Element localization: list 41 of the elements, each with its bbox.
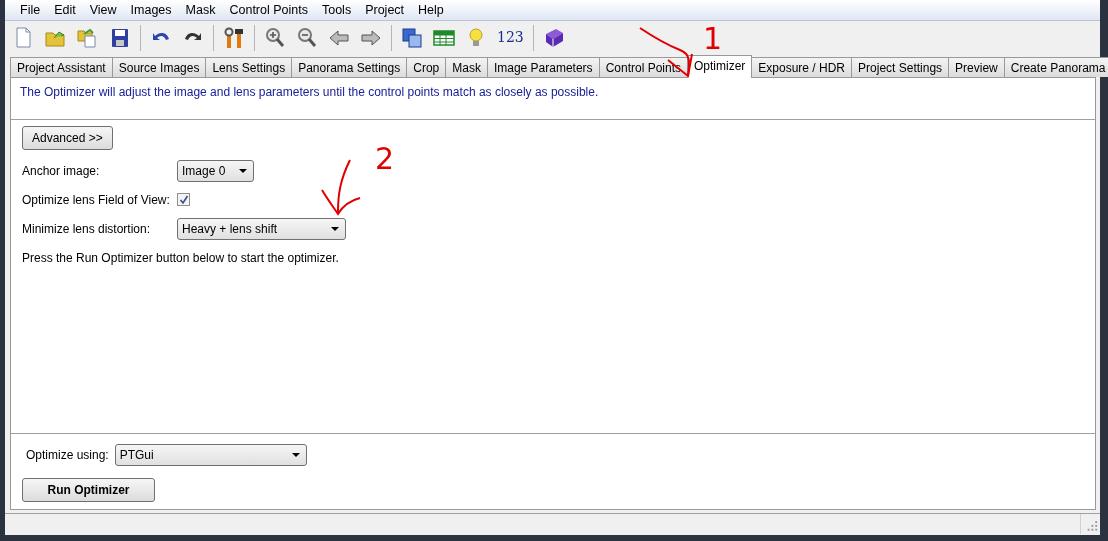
description-text: The Optimizer will adjust the image and lens parameters until the control points match as closely as possible.: [19, 84, 600, 101]
tab[interactable]: Crop: [406, 57, 447, 77]
menu-item[interactable]: File: [13, 0, 48, 20]
tab[interactable]: Mask: [445, 57, 488, 77]
distortion-label: Minimize lens distortion:: [22, 220, 152, 238]
menu-item[interactable]: Help: [411, 0, 451, 20]
optimize-using-label: Optimize using:: [26, 447, 109, 464]
fov-checkbox[interactable]: [177, 193, 190, 206]
tab[interactable]: Source Images: [111, 57, 207, 77]
tab[interactable]: Project Assistant: [10, 57, 113, 77]
tab[interactable]: Image Parameters: [486, 57, 600, 77]
tab[interactable]: Project Settings: [851, 57, 950, 77]
advanced-button[interactable]: Advanced >>: [22, 126, 113, 150]
zoom-out-icon[interactable]: [295, 25, 319, 50]
zoom-in-icon[interactable]: [263, 25, 287, 50]
menu-item[interactable]: Tools: [314, 0, 359, 20]
anchor-dropdown[interactable]: Image 0: [177, 159, 254, 182]
menu-item[interactable]: View: [82, 0, 124, 20]
tab[interactable]: Optimizer: [687, 55, 753, 78]
menu-item[interactable]: Edit: [47, 0, 83, 20]
distortion-dropdown[interactable]: Heavy + lens shift: [177, 217, 346, 240]
annotation-number: 1: [703, 24, 723, 54]
menu-item[interactable]: Mask: [178, 0, 223, 20]
annotation-number: 2: [375, 144, 395, 174]
instruction-text: Press the Run Optimizer button below to start the optimizer.: [22, 250, 340, 267]
menu-item[interactable]: Project: [358, 0, 412, 20]
fov-label: Optimize lens Field of View:: [22, 191, 171, 209]
tools-icon[interactable]: [222, 25, 246, 50]
resize-grip-icon[interactable]: [1080, 514, 1100, 534]
anchor-label: Anchor image:: [22, 162, 101, 180]
menu-item[interactable]: Images: [123, 0, 179, 20]
tab[interactable]: Exposure / HDR: [751, 57, 853, 77]
menu-item[interactable]: Control Points: [222, 0, 315, 20]
run-optimizer-button[interactable]: Run Optimizer: [22, 478, 155, 502]
tab[interactable]: Lens Settings: [205, 57, 293, 77]
images-icon[interactable]: [400, 25, 424, 50]
tab[interactable]: Panorama Settings: [291, 57, 408, 77]
number-button[interactable]: 123: [493, 27, 528, 48]
tab[interactable]: Create Panorama: [1003, 57, 1108, 77]
tab[interactable]: Preview: [948, 57, 1005, 77]
optimizer-dropdown[interactable]: PTGui: [114, 444, 307, 466]
